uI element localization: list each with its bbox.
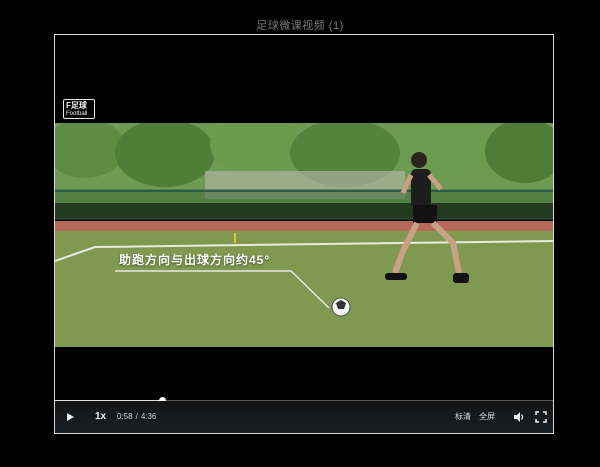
video-player[interactable]: F足球 Football 助跑方向与出球方向约45° 1x 0:58 / 4:3…: [54, 34, 554, 434]
fence: [55, 189, 553, 219]
fullscreen-text-button[interactable]: 全屏: [479, 401, 495, 433]
volume-icon: [514, 412, 524, 422]
pitch: [55, 231, 553, 347]
current-time: 0:58: [117, 412, 133, 421]
video-scene: [55, 123, 553, 347]
play-icon: [67, 413, 74, 421]
logo-line1: F足球: [66, 101, 87, 110]
playback-speed-button[interactable]: 1x: [95, 401, 106, 433]
duration: 4:36: [140, 412, 157, 421]
channel-logo: F足球 Football: [63, 99, 95, 119]
time-separator: /: [135, 412, 138, 421]
window-title: 足球微课视频 (1): [256, 20, 344, 32]
quality-button[interactable]: 标清: [455, 401, 471, 433]
volume-button[interactable]: [513, 401, 525, 433]
fullscreen-icon: [535, 411, 547, 423]
time-display: 0:58/4:36: [117, 401, 156, 433]
play-button[interactable]: [65, 401, 79, 433]
video-frame[interactable]: 助跑方向与出球方向约45°: [55, 123, 553, 347]
control-bar: 1x 0:58/4:36 标清 全屏: [55, 401, 553, 433]
logo-line2: Football: [66, 111, 88, 117]
angle-caption: 助跑方向与出球方向约45°: [119, 253, 271, 267]
running-track: [55, 221, 553, 231]
fullscreen-button[interactable]: [535, 401, 547, 433]
